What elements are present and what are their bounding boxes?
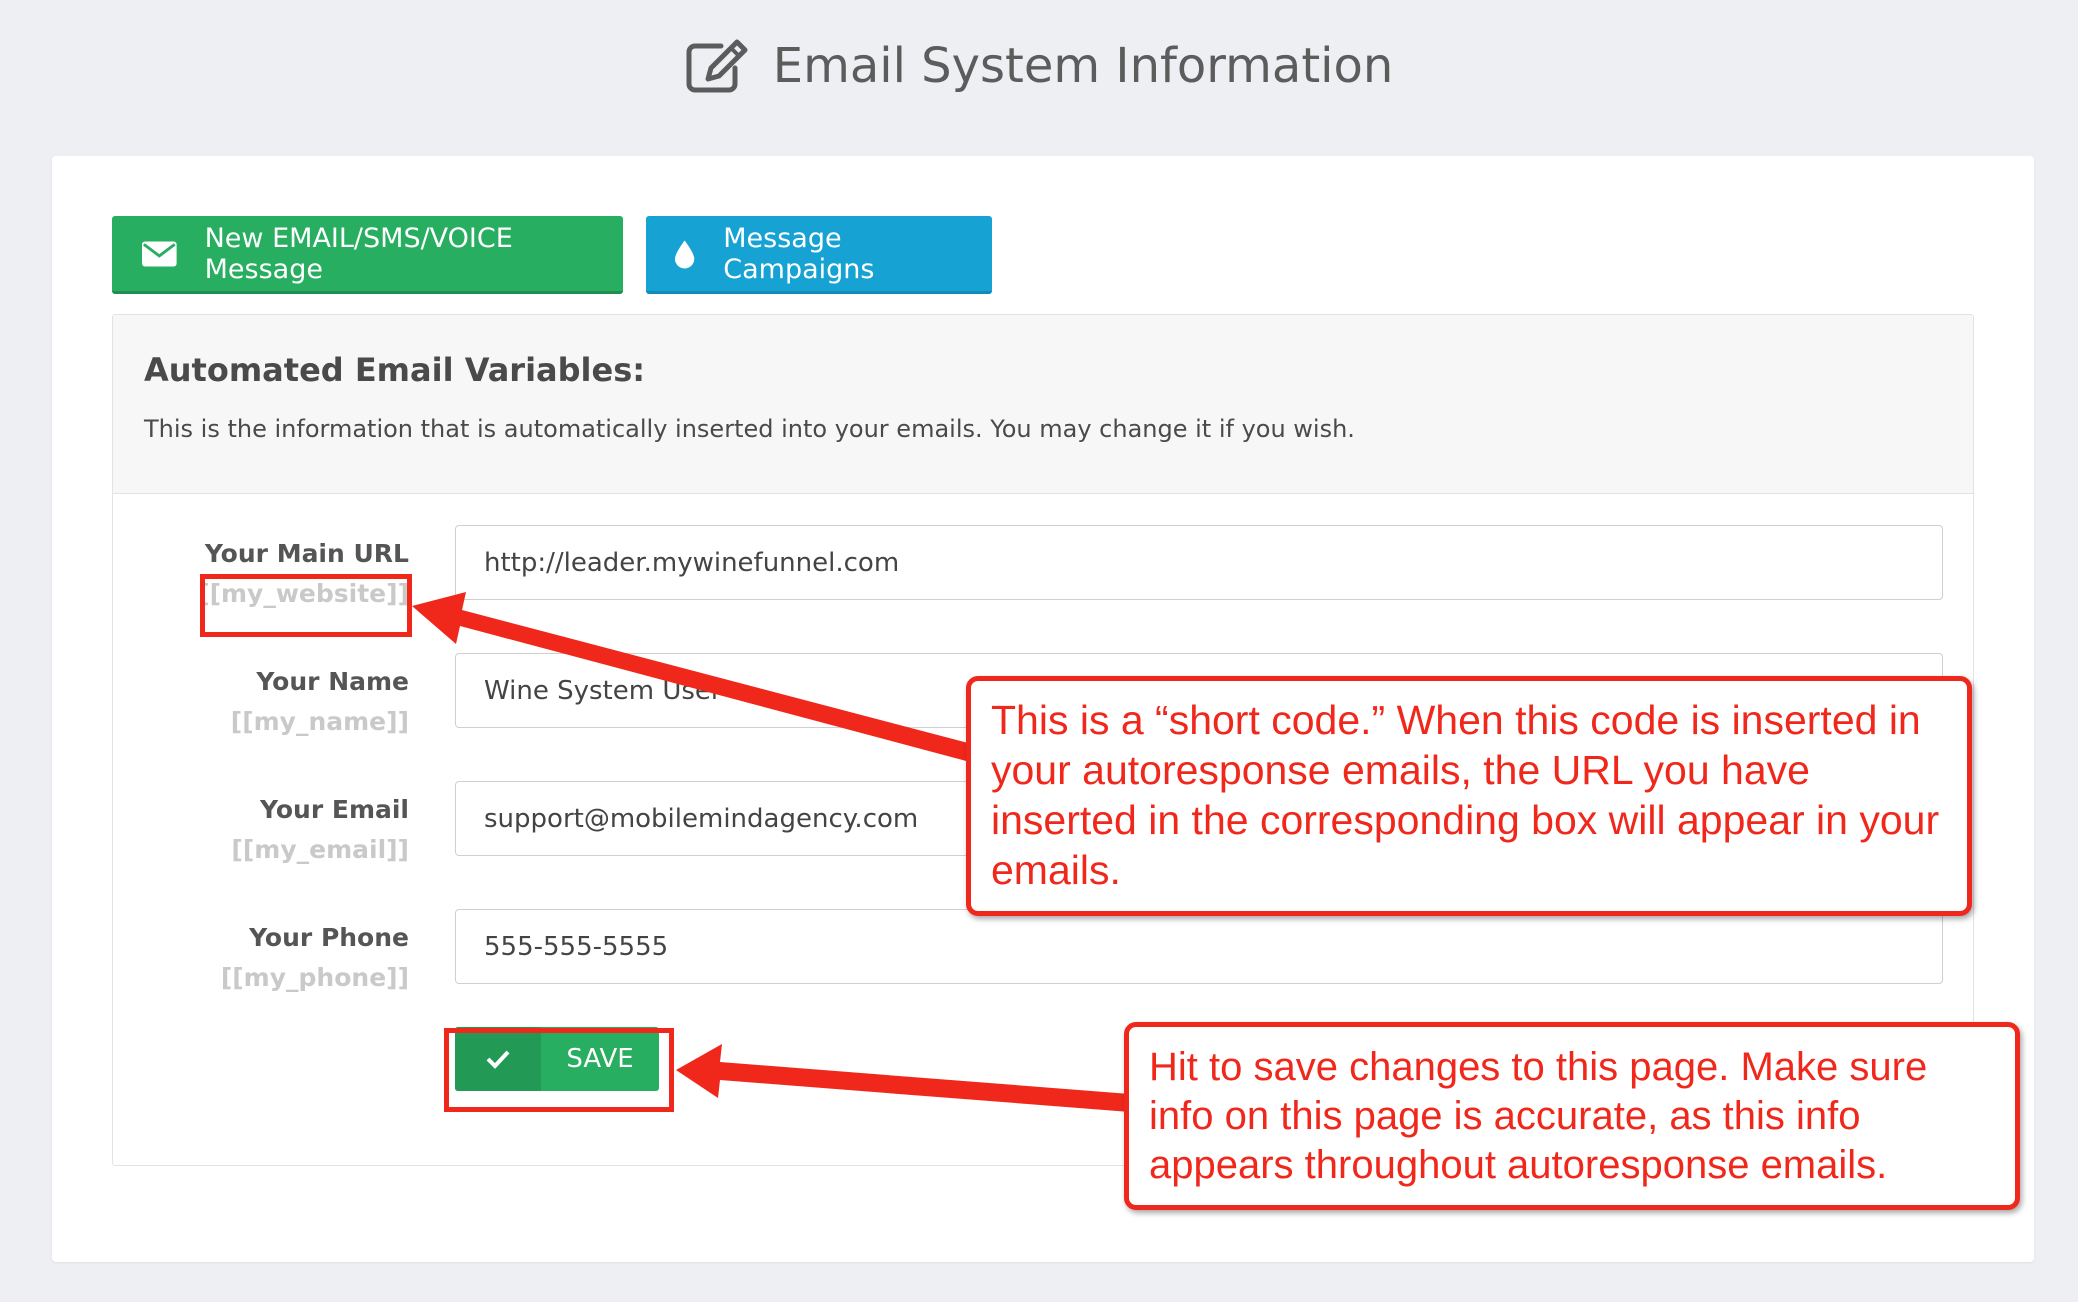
shortcode-callout: This is a “short code.” When this code i… xyxy=(966,676,1972,916)
arrow-to-save xyxy=(676,1044,1130,1112)
arrow-to-shortcode xyxy=(412,592,972,762)
save-callout: Hit to save changes to this page. Make s… xyxy=(1124,1022,2020,1210)
